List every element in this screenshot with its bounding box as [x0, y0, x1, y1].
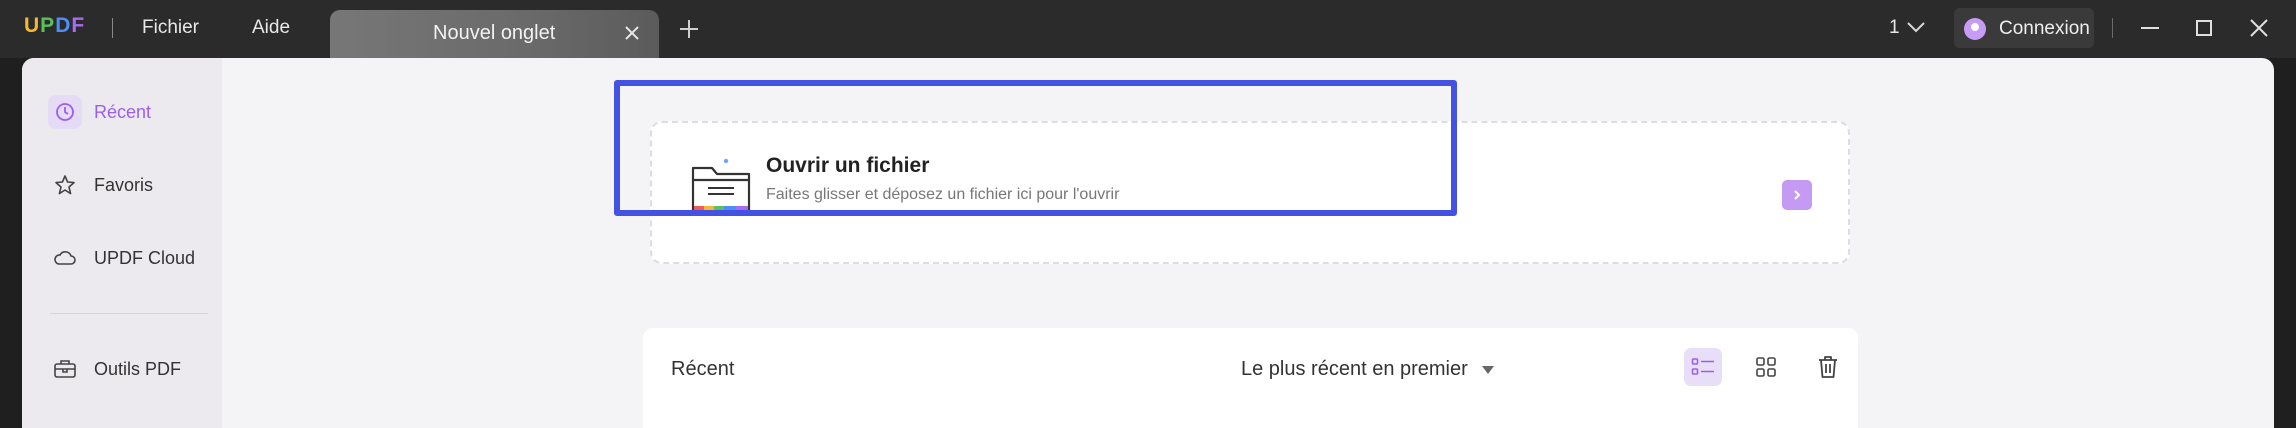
recent-heading: Récent [671, 358, 735, 380]
chevron-right-icon [1794, 190, 1801, 200]
menu-file[interactable]: Fichier [142, 17, 199, 39]
window-count: 1 [1889, 17, 1900, 38]
recent-panel: Récent Le plus récent en premier [643, 328, 1858, 428]
list-view-icon [1691, 358, 1714, 375]
divider [2112, 18, 2113, 38]
menu-help[interactable]: Aide [252, 17, 290, 39]
sort-dropdown[interactable]: Le plus récent en premier [1241, 358, 1494, 381]
avatar-icon [1964, 18, 1986, 40]
grid-view-button[interactable] [1747, 348, 1785, 386]
list-view-button[interactable] [1684, 348, 1722, 386]
open-file-arrow-button[interactable] [1782, 180, 1812, 210]
sidebar-item-cloud[interactable]: UPDF Cloud [48, 239, 195, 277]
toolbox-icon [48, 352, 82, 386]
cloud-icon [48, 241, 82, 275]
sidebar-item-recent[interactable]: Récent [48, 93, 151, 131]
close-window-icon[interactable] [2247, 16, 2271, 40]
logo-letter-f: F [71, 14, 86, 37]
logo-letter-u: U [24, 14, 41, 37]
maximize-icon[interactable] [2192, 16, 2216, 40]
close-tab-icon[interactable] [623, 24, 641, 42]
sidebar-item-label: Outils PDF [94, 358, 182, 379]
open-file-dropzone[interactable]: Ouvrir un fichier Faites glisser et dépo… [650, 121, 1850, 264]
logo-letter-d: D [55, 14, 72, 37]
folder-icon [691, 158, 751, 212]
divider [112, 18, 113, 38]
title-bar: UPDF Fichier Aide Nouvel onglet 1 Connex… [0, 0, 2296, 58]
app-body: Récent Favoris UPDF Cloud Outils PDF Ouv… [22, 58, 2274, 428]
sidebar-item-favorites[interactable]: Favoris [48, 166, 153, 204]
login-label: Connexion [1999, 18, 2090, 39]
sidebar-item-label: UPDF Cloud [94, 247, 196, 268]
add-tab-icon[interactable] [678, 18, 700, 40]
sidebar-item-label: Favoris [94, 174, 154, 195]
clock-icon [48, 95, 82, 129]
chevron-down-icon[interactable] [1906, 20, 1926, 34]
open-file-subtitle: Faites glisser et déposez un fichier ici… [766, 186, 1120, 203]
delete-button[interactable] [1809, 348, 1847, 386]
sidebar-divider [50, 313, 208, 314]
grid-view-icon [1756, 357, 1776, 377]
updf-logo[interactable]: UPDF [24, 14, 85, 38]
logo-letter-p: P [40, 14, 56, 37]
sidebar-item-label: Récent [94, 101, 152, 122]
tab-title: Nouvel onglet [433, 22, 556, 44]
open-file-title: Ouvrir un fichier [766, 154, 930, 177]
minimize-icon[interactable] [2138, 16, 2162, 40]
tab-new[interactable]: Nouvel onglet [330, 10, 659, 58]
trash-icon [1819, 356, 1837, 378]
sort-value: Le plus récent en premier [1241, 358, 1468, 380]
sidebar: Récent Favoris UPDF Cloud Outils PDF [22, 58, 222, 428]
sidebar-item-pdf-tools[interactable]: Outils PDF [48, 350, 181, 388]
login-button[interactable]: Connexion [1954, 8, 2094, 48]
caret-down-icon [1481, 365, 1494, 374]
star-icon [48, 168, 82, 202]
